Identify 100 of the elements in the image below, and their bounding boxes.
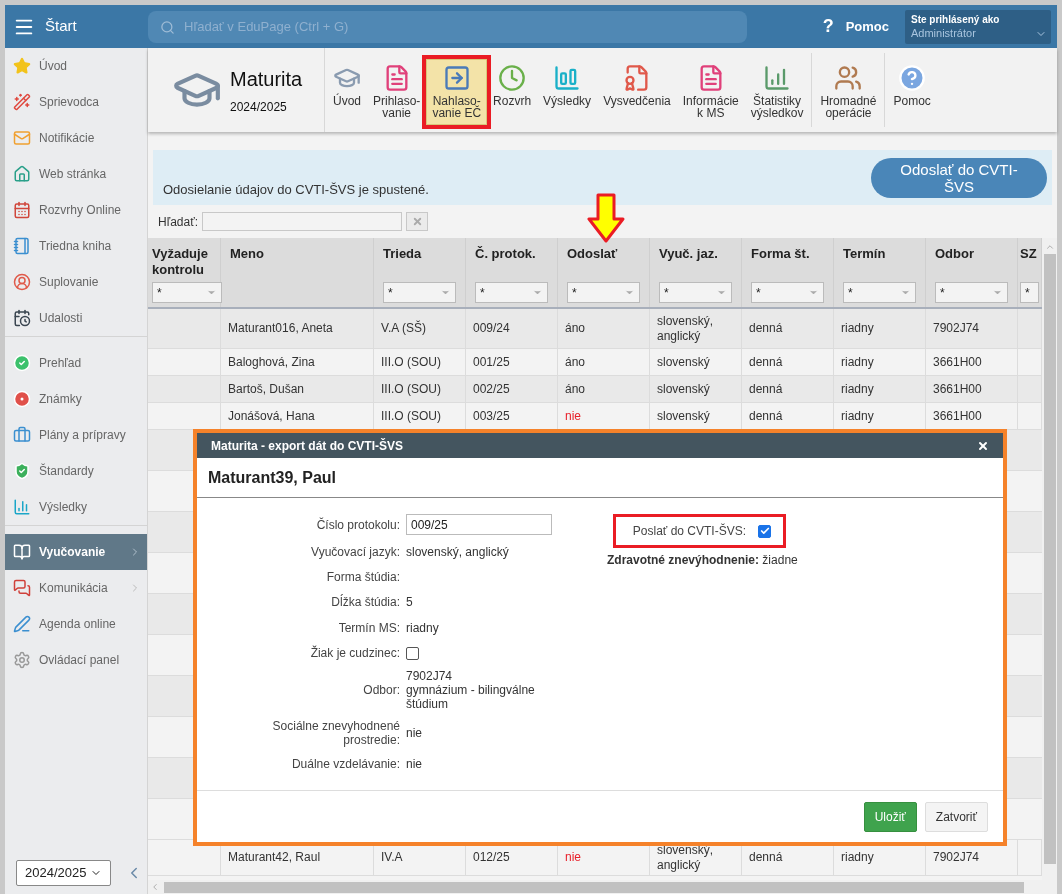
- start-label[interactable]: Štart: [45, 15, 77, 38]
- dialog-title: Maturita - export dát do CVTI-ŠVS: [211, 437, 403, 455]
- table-cell: denná: [749, 354, 783, 370]
- people-icon: [834, 64, 863, 92]
- column-filter[interactable]: *: [475, 282, 548, 303]
- sidebar-item[interactable]: Agenda online: [5, 606, 147, 642]
- module-title: Maturita: [230, 67, 303, 92]
- column-header[interactable]: Termín: [843, 246, 916, 262]
- table-cell: denná: [749, 381, 783, 397]
- sidebar-item[interactable]: Komunikácia: [5, 570, 147, 606]
- send-button[interactable]: Odoslať do CVTI-ŠVS: [871, 157, 1047, 198]
- check-circle-icon: [13, 354, 31, 372]
- column-filter[interactable]: *: [152, 282, 222, 303]
- column-header[interactable]: Č. protok.: [475, 246, 548, 262]
- table-cell: 012/25: [473, 850, 510, 865]
- sidebar-item[interactable]: Notifikácie: [5, 120, 147, 156]
- sidebar-item[interactable]: Plány a prípravy: [5, 417, 147, 453]
- column-filter[interactable]: *: [567, 282, 640, 303]
- toolbar-button[interactable]: Výsledky: [537, 59, 598, 125]
- column-filter[interactable]: *: [843, 282, 916, 303]
- column-filter[interactable]: *: [659, 282, 732, 303]
- column-header[interactable]: Odoslať: [567, 246, 640, 262]
- sidebar-item[interactable]: Prehľad: [5, 345, 147, 381]
- table-cell: riadny: [841, 354, 874, 370]
- column-header[interactable]: Trieda: [383, 246, 456, 262]
- column-header[interactable]: Meno: [230, 246, 364, 262]
- toolbar-button[interactable]: Rozvrh: [487, 59, 538, 125]
- toolbar-button[interactable]: Úvod: [327, 59, 367, 125]
- field-value: slovenský, anglický: [406, 544, 509, 561]
- protocol-field[interactable]: 009/25: [406, 514, 552, 535]
- table-cell: Maturant016, Aneta: [228, 321, 333, 336]
- scroll-left-icon[interactable]: [150, 882, 160, 892]
- calendar-icon: [13, 201, 31, 219]
- table-cell: denná: [749, 321, 783, 336]
- column-filter[interactable]: *: [1020, 282, 1039, 303]
- dot-circle-icon: [13, 390, 31, 408]
- field-value: nie: [406, 756, 422, 773]
- foreigner-checkbox[interactable]: [406, 646, 419, 660]
- table-cell: áno: [565, 354, 586, 370]
- toolbar-button[interactable]: Vysvedčenia: [597, 59, 677, 125]
- sidebar-item[interactable]: Známky: [5, 381, 147, 417]
- help-link[interactable]: ? Pomoc: [822, 13, 889, 40]
- user-menu[interactable]: Ste prihlásený ako Administrátor: [905, 9, 1051, 44]
- close-icon: [411, 216, 423, 227]
- field-value: 5: [406, 594, 413, 611]
- table-cell: áno: [565, 381, 586, 397]
- table-cell: Jonášová, Hana: [228, 408, 315, 424]
- clock-icon: [498, 64, 527, 92]
- column-header[interactable]: Forma št.: [751, 246, 824, 262]
- filter-field[interactable]: [202, 212, 403, 231]
- sidebar-item[interactable]: Web stránka: [5, 156, 147, 192]
- column-header[interactable]: Vyuč. jaz.: [659, 246, 732, 262]
- table-cell: riadny: [841, 321, 874, 336]
- table-cell: nie: [565, 408, 581, 424]
- toolbar-button[interactable]: Informácie k MS: [676, 59, 745, 125]
- field-label: Žiak je cudzinec:: [309, 646, 400, 660]
- star-icon: [13, 57, 31, 75]
- sidebar-item[interactable]: Udalosti: [5, 300, 147, 336]
- column-header[interactable]: Odbor: [935, 246, 1008, 262]
- sidebar-item[interactable]: Sprievodca: [5, 84, 147, 120]
- send-checkbox[interactable]: [758, 524, 771, 538]
- sidebar-item[interactable]: Štandardy: [5, 453, 147, 489]
- toolbar-button[interactable]: Štatistiky výsledkov: [744, 59, 810, 125]
- field-label: Číslo protokolu:: [315, 517, 400, 532]
- bar-chart-icon: [553, 64, 582, 92]
- table-cell: slovenský: [657, 381, 710, 397]
- sidebar-item[interactable]: Výsledky: [5, 489, 147, 525]
- column-header[interactable]: Vyžaduje kontrolu: [152, 246, 216, 278]
- column-filter[interactable]: *: [751, 282, 824, 303]
- table-cell: III.O (SOU): [381, 354, 441, 370]
- sidebar-item[interactable]: Ovládací panel: [5, 642, 147, 678]
- down-arrow-icon: [587, 193, 625, 243]
- notebook-icon: [13, 237, 31, 255]
- column-filter[interactable]: *: [935, 282, 1008, 303]
- sidebar-item[interactable]: Triedna kniha: [5, 228, 147, 264]
- sidebar-item[interactable]: Rozvrhy Online: [5, 192, 147, 228]
- toolbar-button[interactable]: Hromadné operácie: [814, 59, 883, 125]
- search-field[interactable]: Hľadať v EduPage (Ctrl + G): [148, 10, 747, 43]
- toolbar-button[interactable]: Nahlaso- vanie EČ: [426, 59, 488, 125]
- scroll-up-icon[interactable]: [1044, 242, 1055, 252]
- column-header[interactable]: SZ: [1020, 246, 1039, 262]
- table-cell: riadny: [841, 381, 874, 397]
- field-label: Termín MS:: [337, 621, 400, 635]
- year-select[interactable]: 2024/2025: [16, 860, 111, 886]
- field-label: Sociálne znevyhodnené prostredie:: [271, 719, 400, 747]
- sidebar-item[interactable]: Úvod: [5, 48, 147, 84]
- school-year: 2024/2025: [230, 99, 288, 116]
- table-cell: V.A (SŠ): [381, 321, 426, 336]
- table-cell: 003/25: [473, 408, 510, 424]
- close-icon[interactable]: [977, 439, 989, 452]
- close-button[interactable]: Zatvoriť: [924, 801, 988, 832]
- toolbar-button[interactable]: Pomoc: [887, 59, 937, 125]
- sidebar-item[interactable]: Vyučovanie: [5, 534, 147, 570]
- table-cell: Baloghová, Zina: [228, 354, 315, 370]
- sidebar-item[interactable]: Suplovanie: [5, 264, 147, 300]
- table-cell: denná: [749, 408, 783, 424]
- column-filter[interactable]: *: [383, 282, 456, 303]
- table-cell: nie: [565, 850, 581, 865]
- toolbar-button[interactable]: Prihlaso- vanie: [367, 59, 427, 125]
- clear-button[interactable]: [406, 212, 429, 231]
